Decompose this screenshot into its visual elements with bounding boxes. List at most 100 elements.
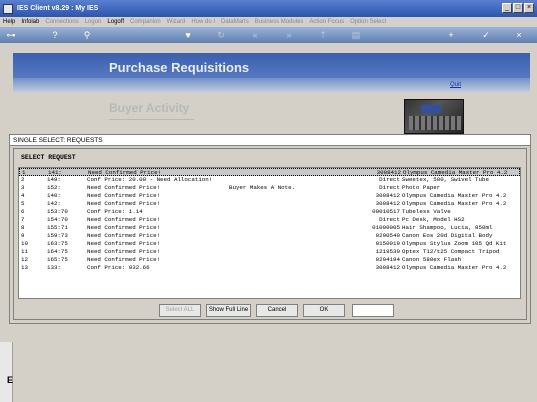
request-ref: 149:: [47, 176, 61, 183]
menu-item-connections[interactable]: Connections: [45, 19, 78, 25]
title-bar: IES Client v8.29 : My IES _ □ ×: [0, 0, 537, 17]
keyboard-label-area: [421, 105, 441, 113]
subtitle-underline: [109, 119, 194, 120]
row-number: 2: [21, 176, 25, 183]
request-row[interactable]: 7 154:70 Need Confirmed Price! Direct Pc Des…: [19, 216, 520, 224]
menu-item-logoff[interactable]: Logoff: [107, 19, 124, 25]
request-row[interactable]: 6 153:70 Conf Price: 1.14 00010517 Tubeless …: [19, 208, 520, 216]
row-number: 11: [21, 248, 28, 255]
show-full-line-button[interactable]: Show Full Line: [206, 304, 251, 317]
keyboard-keys: [409, 116, 461, 130]
item-code: Direct: [379, 216, 400, 223]
toolbar: ⊶ ? ⚲ ♥ ↻ « » ⇡ ▤ + ✓ ×: [0, 27, 537, 43]
help-icon[interactable]: ?: [50, 30, 60, 40]
item-description: Optex T12/t25 Compact Tripod: [402, 248, 500, 255]
check-icon[interactable]: ✓: [481, 30, 491, 40]
search-icon[interactable]: ⚲: [82, 30, 92, 40]
request-ref: 159:73: [47, 232, 68, 239]
request-row[interactable]: 9 159:73 Need Confirmed Price! 0200540 Canon…: [19, 232, 520, 240]
request-message: Need Confirmed Price!: [87, 232, 161, 239]
request-row[interactable]: 10 163:75 Need Confirmed Price! 0150019 Olym…: [19, 240, 520, 248]
cancel-button[interactable]: Cancel: [256, 304, 298, 317]
row-number: 3: [21, 184, 25, 191]
row-number: 6: [21, 208, 25, 215]
request-row[interactable]: 11 164:75 Need Confirmed Price! 1219530 Opte…: [19, 248, 520, 256]
menu-item-logon[interactable]: Logon: [85, 19, 102, 25]
row-number: 9: [21, 232, 25, 239]
select-all-button[interactable]: Select ALL: [159, 304, 201, 317]
request-message: Need Confirmed Price!: [87, 248, 161, 255]
menu-item-companion[interactable]: Companion: [130, 19, 161, 25]
request-ref: 165:75: [47, 256, 68, 263]
app-icon: [3, 3, 13, 14]
close-icon[interactable]: ×: [514, 30, 524, 40]
request-ref: 154:70: [47, 216, 68, 223]
request-row[interactable]: 2 149: Conf Price: 20.00 - Need Allocation…: [19, 176, 520, 184]
item-code: 0204194: [375, 256, 400, 263]
menu-item-how-do-i[interactable]: How do I: [191, 19, 215, 25]
minimize-button[interactable]: _: [502, 3, 512, 13]
item-code: Direct: [379, 184, 400, 191]
menu-item-option-select[interactable]: Option Select: [350, 19, 386, 25]
menu-item-business-modules[interactable]: Business Modules: [255, 19, 304, 25]
request-message: Need Confirmed Price!: [87, 184, 161, 191]
request-row[interactable]: 4 140: Need Confirmed Price! 3008412 Olympus…: [19, 192, 520, 200]
request-row[interactable]: 13 133: Conf Price: 932.66 3008412 Olympus C…: [19, 264, 520, 272]
quit-link[interactable]: Quit: [450, 82, 461, 88]
row-number: 12: [21, 256, 28, 263]
forward-icon[interactable]: »: [284, 30, 294, 40]
row-number: 8: [21, 224, 25, 231]
item-description: Olympus Stylus Zoom 105 Qd Kit: [402, 240, 507, 247]
request-row[interactable]: 5 142: Need Confirmed Price! 3008412 Olympus…: [19, 200, 520, 208]
request-ref: 155:71: [47, 224, 68, 231]
item-description: Canon Eos 20d Digital Body: [402, 232, 493, 239]
request-message: Need Confirmed Price!: [87, 240, 161, 247]
row-number: 7: [21, 216, 25, 223]
document-icon[interactable]: ▤: [351, 30, 361, 40]
request-row[interactable]: 1 141: Need Confirmed Price! 3008412 Olympus…: [19, 168, 520, 176]
request-message: Need Confirmed Price!: [87, 256, 161, 263]
item-code: 0150019: [375, 240, 400, 247]
item-description: Hair Shampoo, Lucia, 850ml: [402, 224, 493, 231]
request-ref: 142:: [47, 200, 61, 207]
request-ref: 164:75: [47, 248, 68, 255]
dialog-title: SINGLE SELECT: REQUESTS: [10, 135, 530, 146]
add-icon[interactable]: +: [446, 30, 456, 40]
heart-icon[interactable]: ♥: [183, 30, 193, 40]
item-code: 01000005: [372, 224, 400, 231]
upload-icon[interactable]: ⇡: [318, 30, 328, 40]
request-row[interactable]: 12 165:75 Need Confirmed Price! 0204194 Cano…: [19, 256, 520, 264]
ok-button[interactable]: OK: [303, 304, 345, 317]
request-ref: 153:70: [47, 208, 68, 215]
ok-input-field[interactable]: [352, 304, 394, 317]
window-title: IES Client v8.29 : My IES: [17, 5, 99, 12]
refresh-icon[interactable]: ↻: [216, 30, 226, 40]
rewind-icon[interactable]: «: [250, 30, 260, 40]
menu-item-action-focus[interactable]: Action Focus: [309, 19, 344, 25]
request-row[interactable]: 3 152: Need Confirmed Price! Buyer Makes A …: [19, 184, 520, 192]
item-code: 3008412: [375, 192, 400, 199]
item-description: Photo Paper: [402, 184, 441, 191]
request-ref: 152:: [47, 184, 61, 191]
maximize-button[interactable]: □: [513, 3, 523, 13]
request-message: Conf Price: 1.14: [87, 208, 143, 215]
request-note: Buyer Makes A Note.: [229, 184, 296, 191]
menu-item-infolab[interactable]: Infolab: [21, 19, 39, 25]
item-description: Pc Desk, Model HS2: [402, 216, 465, 223]
menu-item-datamarts[interactable]: DataMarts: [221, 19, 249, 25]
request-message: Need Confirmed Price!: [87, 216, 161, 223]
banner: [13, 53, 530, 78]
key-icon[interactable]: ⊶: [6, 30, 16, 40]
menu-item-wizard[interactable]: Wizard: [167, 19, 186, 25]
item-code: 1219530: [375, 248, 400, 255]
close-window-button[interactable]: ×: [524, 3, 534, 13]
menu-item-help[interactable]: Help: [3, 19, 15, 25]
requests-list[interactable]: 1 141: Need Confirmed Price! 3008412 Olympus…: [18, 167, 521, 299]
item-code: Direct: [379, 176, 400, 183]
request-message: Conf Price: 20.00 - Need Allocation!: [87, 176, 213, 183]
item-code: 0200540: [375, 232, 400, 239]
request-message: Conf Price: 932.66: [87, 264, 150, 271]
request-row[interactable]: 8 155:71 Need Confirmed Price! 01000005 Hair…: [19, 224, 520, 232]
menu-bar: Help Infolab Connections Logon Logoff Compani…: [0, 17, 537, 27]
item-description: Olympus Camedia Master Pro 4.2: [402, 192, 507, 199]
